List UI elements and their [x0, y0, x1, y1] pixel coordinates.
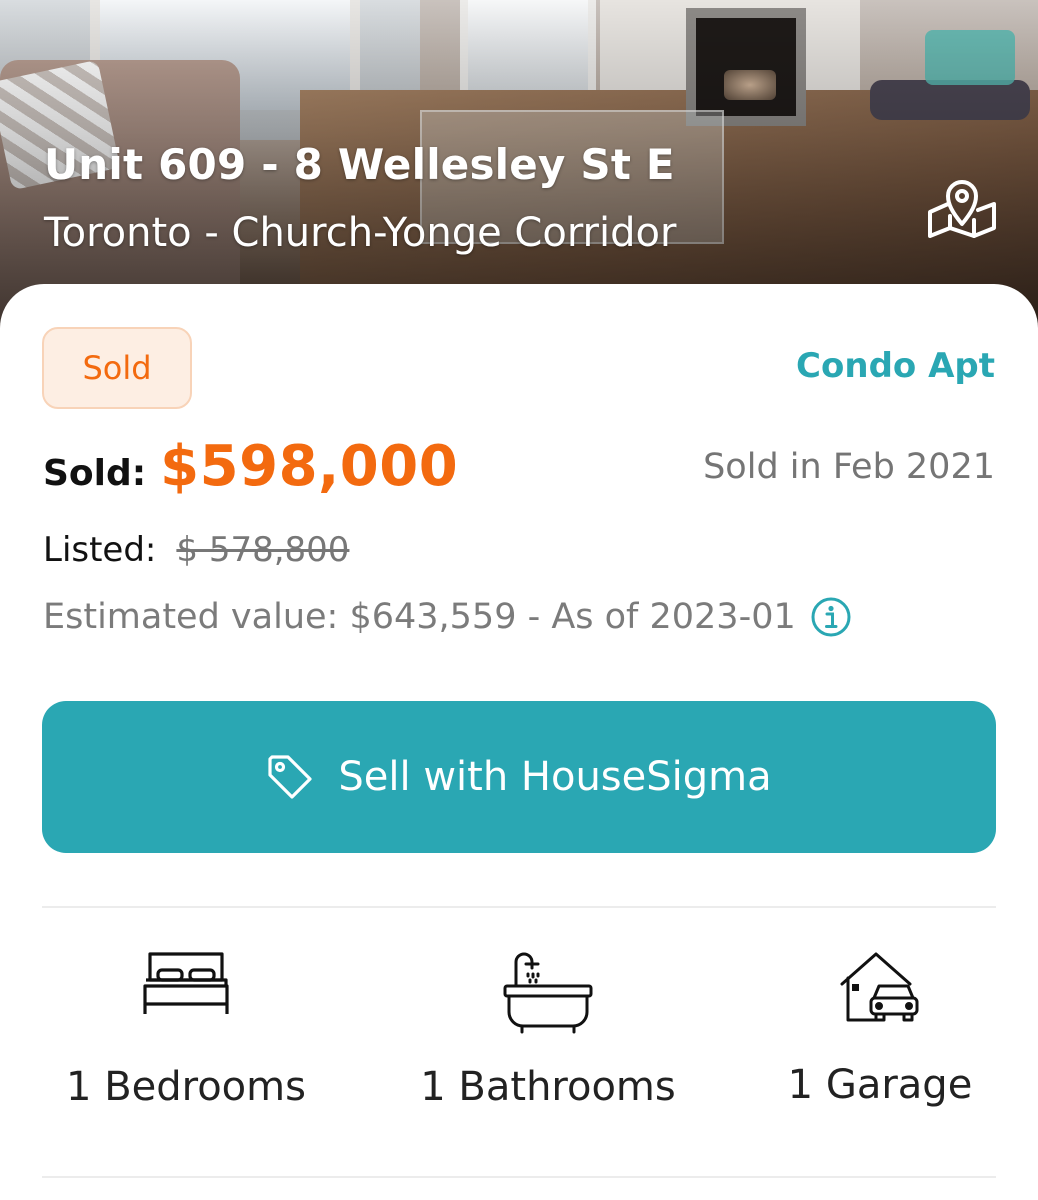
garage-icon	[840, 952, 919, 1022]
listed-label: Listed:	[43, 530, 157, 570]
sold-date: Sold in Feb 2021	[703, 447, 995, 487]
listing-area: Toronto - Church-Yonge Corridor	[44, 210, 677, 256]
property-type: Condo Apt	[796, 346, 995, 386]
sell-with-housesigma-button[interactable]: Sell with HouseSigma	[42, 701, 996, 853]
status-badge: Sold	[42, 327, 192, 409]
listed-price-row: Listed: $ 578,800	[43, 530, 349, 570]
info-icon[interactable]	[810, 596, 852, 638]
divider	[42, 906, 996, 908]
sell-button-label: Sell with HouseSigma	[338, 754, 772, 800]
bathtub-icon	[503, 952, 593, 1034]
estimated-value-row: Estimated value: $643,559 - As of 2023-0…	[43, 596, 852, 638]
estimated-value: Estimated value: $643,559 - As of 2023-0…	[43, 597, 796, 637]
bedrooms-count: 1 Bedrooms	[66, 1064, 306, 1110]
listed-price: $ 578,800	[176, 530, 350, 570]
map-pin-icon[interactable]	[926, 174, 998, 238]
sold-price: $598,000	[160, 434, 459, 499]
sold-price-row: Sold: $598,000	[43, 434, 458, 504]
listing-photo[interactable]: Unit 609 - 8 Wellesley St E Toronto - Ch…	[0, 0, 1038, 330]
garage-count: 1 Garage	[787, 1062, 973, 1108]
bed-icon	[143, 952, 229, 1014]
listing-details-card: Sold Condo Apt Sold: $598,000 Sold in Fe…	[0, 284, 1038, 1200]
tag-icon	[268, 755, 312, 799]
feature-bathrooms: 1 Bathrooms	[388, 950, 708, 1110]
sold-label: Sold:	[43, 453, 147, 494]
divider	[42, 1176, 996, 1178]
bathrooms-count: 1 Bathrooms	[420, 1064, 676, 1110]
feature-garage: 1 Garage	[720, 950, 1038, 1108]
feature-bedrooms: 1 Bedrooms	[26, 950, 346, 1110]
listing-address: Unit 609 - 8 Wellesley St E	[44, 140, 675, 189]
